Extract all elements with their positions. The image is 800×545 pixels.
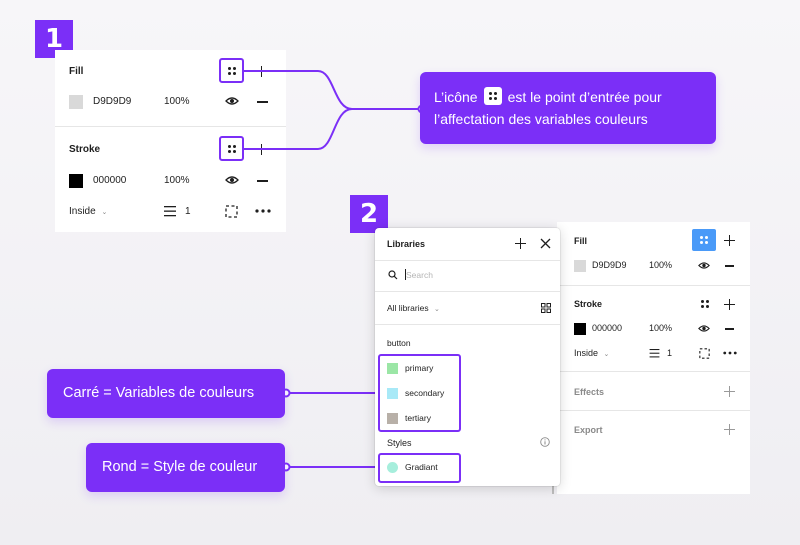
remove-stroke-icon[interactable]: [725, 328, 734, 330]
eye-icon[interactable]: [698, 261, 710, 270]
add-effect-icon[interactable]: [724, 386, 735, 397]
library-filter-select[interactable]: All libraries ⌄: [387, 303, 440, 313]
fill-opacity[interactable]: 100%: [649, 260, 672, 270]
fill-hex[interactable]: D9D9D9: [592, 260, 627, 270]
callout-round: Rond = Style de couleur: [86, 443, 285, 492]
effects-title: Effects: [574, 387, 605, 397]
stroke-sides-icon[interactable]: [699, 348, 710, 359]
search-input[interactable]: Search: [406, 270, 433, 280]
fill-title: Fill: [574, 236, 587, 246]
divider: [375, 291, 560, 292]
chevron-down-icon: ⌄: [603, 351, 610, 358]
add-export-icon[interactable]: [724, 424, 735, 435]
styles-label: Styles: [387, 438, 412, 448]
stroke-position-label: Inside: [574, 348, 599, 358]
chevron-down-icon: ⌄: [433, 306, 440, 313]
callout-square: Carré = Variables de couleurs: [47, 369, 285, 418]
callout-line-2: l’affectation des variables couleurs: [434, 111, 648, 127]
stroke-weight-icon: [649, 349, 660, 358]
callout-line-1: L’icône est le point d’entrée pour: [434, 86, 702, 108]
divider: [375, 260, 560, 261]
search-icon: [388, 270, 398, 280]
divider: [557, 371, 750, 372]
close-icon[interactable]: [540, 238, 551, 249]
stroke-swatch[interactable]: [574, 323, 586, 335]
export-title: Export: [574, 425, 603, 435]
variables-icon: [698, 234, 710, 246]
eye-icon[interactable]: [698, 324, 710, 333]
grid-view-icon[interactable]: [541, 303, 551, 313]
variables-icon[interactable]: [699, 298, 711, 310]
add-stroke-icon[interactable]: [724, 299, 735, 310]
divider: [557, 410, 750, 411]
divider: [375, 324, 560, 325]
variables-icon: [483, 87, 502, 105]
stroke-opacity[interactable]: 100%: [649, 323, 672, 333]
callout-text-after: est le point d’entrée pour: [507, 89, 662, 105]
add-fill-icon[interactable]: [724, 235, 735, 246]
remove-fill-icon[interactable]: [725, 265, 734, 267]
info-icon[interactable]: [540, 437, 550, 447]
fill-swatch[interactable]: [574, 260, 586, 272]
stroke-hex[interactable]: 000000: [592, 323, 622, 333]
variables-button-active[interactable]: [692, 229, 716, 251]
divider: [557, 285, 750, 286]
stroke-weight[interactable]: 1: [667, 348, 672, 358]
library-filter-label: All libraries: [387, 303, 429, 313]
stroke-title: Stroke: [574, 299, 603, 309]
libraries-title: Libraries: [387, 239, 426, 249]
group-label: button: [387, 338, 411, 348]
callout-text-before: L’icône: [434, 89, 478, 105]
add-library-icon[interactable]: [515, 238, 526, 249]
style-item-highlight: [378, 453, 461, 483]
variables-group-highlight: [378, 354, 461, 432]
properties-panel-step2: Fill D9D9D9 100% Stroke 000000 100% Insi…: [552, 222, 750, 494]
more-options-icon[interactable]: [723, 351, 737, 355]
callout-variables-entry: L’icône est le point d’entrée pour l’affe…: [420, 72, 716, 144]
stroke-position-select[interactable]: Inside ⌄: [574, 348, 609, 358]
